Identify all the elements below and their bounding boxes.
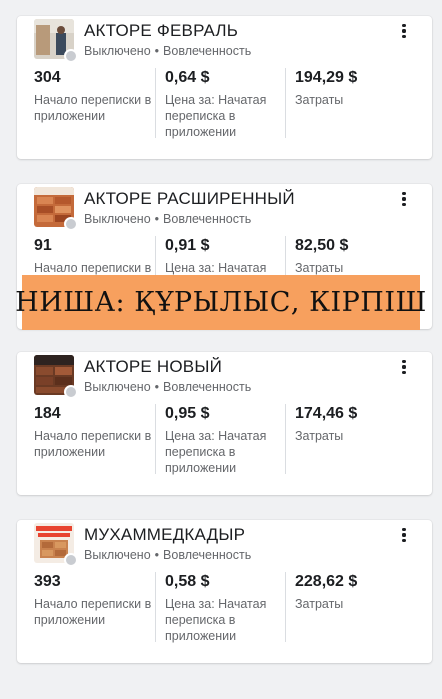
metric-conversations: 184 Начало переписки в приложении — [34, 404, 156, 460]
metric-cost-per-result: 0,91 $ Цена за: Начатая — [165, 236, 283, 276]
metric-conversations: 91 Начало переписки в — [34, 236, 156, 276]
metric-value: 228,62 $ — [295, 573, 358, 590]
divider — [155, 572, 156, 642]
metric-cost-per-result: 0,64 $ Цена за: Начатая переписка в прил… — [165, 68, 283, 140]
status-indicator — [64, 49, 78, 63]
more-options-icon[interactable] — [396, 189, 412, 209]
metric-label: Начало переписки в приложении — [34, 597, 152, 627]
metrics-row: 184 Начало переписки в приложении 0,95 $… — [17, 404, 432, 476]
campaign-title[interactable]: МУХАММЕДКАДЫР — [84, 525, 245, 545]
divider — [155, 404, 156, 474]
status-indicator — [64, 217, 78, 231]
metric-value: 304 — [34, 69, 61, 86]
campaign-title[interactable]: АКТОРЕ РАСШИРЕННЫЙ — [84, 189, 295, 209]
metric-label: Начало переписки в приложении — [34, 429, 152, 459]
campaign-card[interactable]: МУХАММЕДКАДЫР Выключено • Вовлеченность 39… — [17, 520, 432, 663]
metric-value: 0,64 $ — [165, 69, 210, 86]
metric-value: 0,95 $ — [165, 405, 210, 422]
metric-label: Затраты — [295, 429, 344, 443]
campaign-card[interactable]: АКТОРЕ НОВЫЙ Выключено • Вовлеченность 184… — [17, 352, 432, 495]
metric-cost-per-result: 0,95 $ Цена за: Начатая переписка в прил… — [165, 404, 283, 476]
divider — [285, 68, 286, 138]
campaign-title[interactable]: АКТОРЕ НОВЫЙ — [84, 357, 222, 377]
campaign-subtitle: Выключено • Вовлеченность — [84, 212, 251, 227]
campaign-subtitle: Выключено • Вовлеченность — [84, 44, 251, 59]
separator: • — [154, 44, 160, 58]
metric-value: 393 — [34, 573, 61, 590]
goal-text: Вовлеченность — [163, 380, 252, 394]
metric-value: 82,50 $ — [295, 237, 349, 254]
more-options-icon[interactable] — [396, 357, 412, 377]
separator: • — [154, 380, 160, 394]
status-text: Выключено — [84, 44, 151, 58]
metrics-row: 304 Начало переписки в приложении 0,64 $… — [17, 68, 432, 140]
metric-value: 91 — [34, 237, 52, 254]
more-options-icon[interactable] — [396, 21, 412, 41]
metric-conversations: 304 Начало переписки в приложении — [34, 68, 156, 124]
metric-value: 194,29 $ — [295, 69, 358, 86]
metric-value: 184 — [34, 405, 61, 422]
campaign-card[interactable]: АКТОРЕ ФЕВРАЛЬ Выключено • Вовлеченность 3… — [17, 16, 432, 159]
campaign-subtitle: Выключено • Вовлеченность — [84, 380, 251, 395]
metric-label: Цена за: Начатая переписка в приложении — [165, 93, 267, 139]
status-indicator — [64, 385, 78, 399]
metric-spend: 174,46 $ Затраты — [295, 404, 415, 444]
status-text: Выключено — [84, 548, 151, 562]
metric-label: Затраты — [295, 93, 344, 107]
status-text: Выключено — [84, 212, 151, 226]
campaign-title[interactable]: АКТОРЕ ФЕВРАЛЬ — [84, 21, 238, 41]
metric-label: Затраты — [295, 597, 344, 611]
metric-label: Цена за: Начатая — [165, 261, 267, 275]
separator: • — [154, 212, 160, 226]
metric-label: Начало переписки в — [34, 261, 152, 275]
goal-text: Вовлеченность — [163, 44, 252, 58]
metric-spend: 228,62 $ Затраты — [295, 572, 415, 612]
goal-text: Вовлеченность — [163, 548, 252, 562]
goal-text: Вовлеченность — [163, 212, 252, 226]
metric-conversations: 393 Начало переписки в приложении — [34, 572, 156, 628]
metric-spend: 194,29 $ Затраты — [295, 68, 415, 108]
metric-value: 0,58 $ — [165, 573, 210, 590]
metric-cost-per-result: 0,58 $ Цена за: Начатая переписка в прил… — [165, 572, 283, 644]
metric-value: 174,46 $ — [295, 405, 358, 422]
metric-value: 0,91 $ — [165, 237, 210, 254]
more-options-icon[interactable] — [396, 525, 412, 545]
status-text: Выключено — [84, 380, 151, 394]
niche-banner: НИША: ҚҰРЫЛЫС, КІРПІШ — [15, 275, 426, 330]
divider — [155, 68, 156, 138]
metric-label: Цена за: Начатая переписка в приложении — [165, 429, 267, 475]
metrics-row: 393 Начало переписки в приложении 0,58 $… — [17, 572, 432, 644]
divider — [285, 572, 286, 642]
divider — [285, 404, 286, 474]
status-indicator — [64, 553, 78, 567]
metric-label: Начало переписки в приложении — [34, 93, 152, 123]
banner-text: НИША: ҚҰРЫЛЫС, КІРПІШ — [15, 287, 427, 318]
campaign-subtitle: Выключено • Вовлеченность — [84, 548, 251, 563]
metric-label: Цена за: Начатая переписка в приложении — [165, 597, 267, 643]
metric-spend: 82,50 $ Затраты — [295, 236, 415, 276]
metric-label: Затраты — [295, 261, 344, 275]
separator: • — [154, 548, 160, 562]
